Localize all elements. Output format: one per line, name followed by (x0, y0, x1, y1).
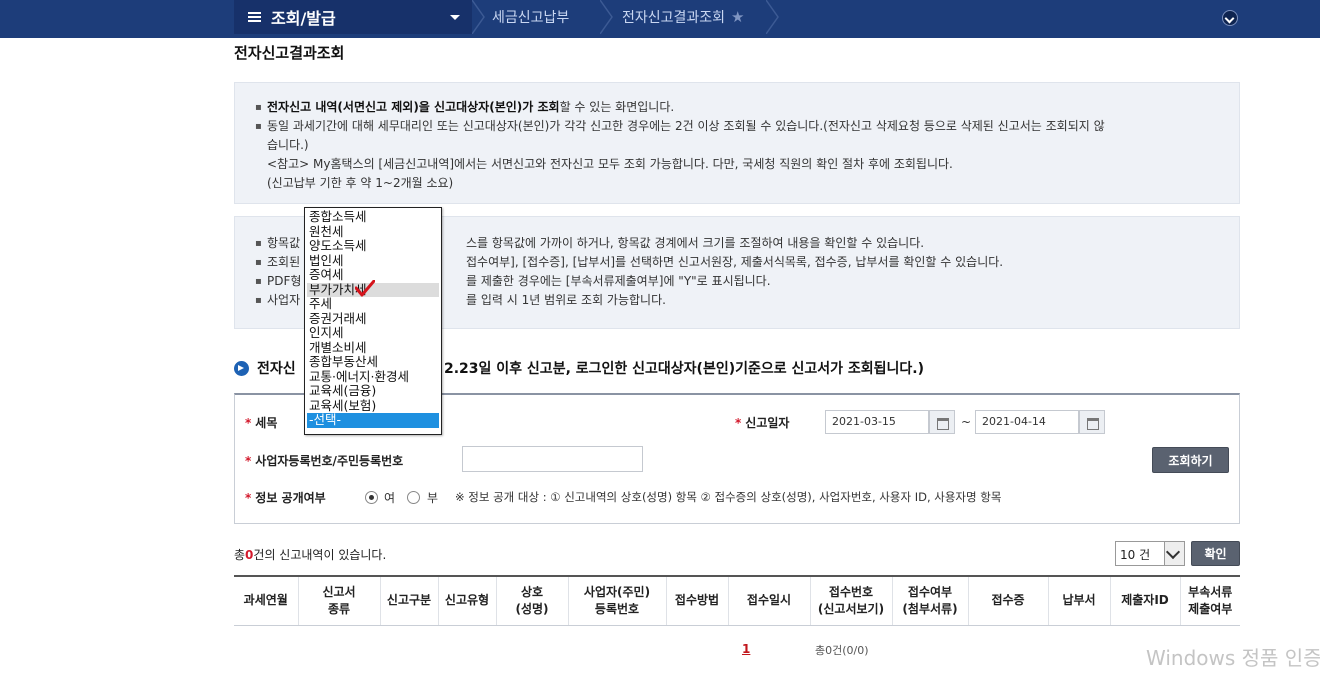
dropdown-option[interactable]: 종합소득세 (307, 209, 439, 225)
column-header: 접수방법 (666, 575, 729, 626)
date-from-input[interactable]: 2021-03-15 (825, 410, 929, 434)
expand-chevron-icon[interactable] (1222, 10, 1238, 26)
filing-date-label: * 신고일자 (735, 416, 790, 430)
dropdown-option[interactable]: 원천세 (307, 224, 439, 240)
dropdown-option[interactable]: 법인세 (307, 253, 439, 269)
breadcrumb-current-page[interactable]: 전자신고결과조회 ★ (622, 0, 745, 34)
breadcrumb-label: 세금신고납부 (492, 10, 570, 26)
tax-type-label: * 세목 (245, 416, 278, 430)
disclosure-no-label: 부 (427, 491, 439, 505)
date-range-tilde: ~ (961, 415, 972, 429)
notice-line: (신고납부 기한 후 약 1~2개월 소요) (267, 176, 454, 190)
calendar-icon[interactable] (929, 410, 955, 434)
disclosure-no-radio[interactable] (407, 491, 420, 504)
section-title-start: 전자신 (257, 361, 296, 377)
disclosure-note: ※ 정보 공개 대상 : ① 신고내역의 상호(성명) 항목 ② 접수증의 상호… (455, 490, 1002, 504)
column-header: 접수여부 (첨부서류) (892, 575, 969, 626)
column-header: 과세연월 (234, 575, 299, 626)
column-header: 제출자ID (1110, 575, 1181, 626)
breadcrumb-label: 전자신고결과조회 (622, 10, 726, 26)
id-number-input[interactable] (462, 446, 643, 472)
breadcrumb-tax-filing[interactable]: 세금신고납부 (492, 0, 569, 34)
dropdown-option[interactable]: 인지세 (307, 325, 439, 341)
disclosure-label: * 정보 공개여부 (245, 491, 326, 505)
page-link[interactable]: 1 (742, 642, 750, 656)
disclosure-yes-radio[interactable] (365, 491, 378, 504)
breadcrumb-separator-icon (766, 0, 780, 34)
results-table: 과세연월 신고서 종류 신고구분 신고유형 상호 (성명) 사업자(주민) 등록번호 접수방… (234, 575, 1240, 626)
disclosure-yes-label: 여 (384, 491, 396, 505)
hamburger-icon (248, 10, 261, 24)
calendar-icon[interactable] (1079, 410, 1105, 434)
column-header: 납부서 (1048, 575, 1111, 626)
id-number-label: * 사업자등록번호/주민등록번호 (245, 454, 404, 468)
dropdown-option[interactable]: 교육세(금융) (307, 383, 439, 399)
notice-line: 전자신고 내역(서면신고 제외)을 신고대상자(본인)가 조회할 수 있는 화면… (255, 98, 1219, 117)
dropdown-option[interactable]: 교육세(보험) (307, 398, 439, 414)
confirm-button[interactable]: 확인 (1191, 541, 1240, 566)
date-to-input[interactable]: 2021-04-14 (975, 410, 1079, 434)
dropdown-option[interactable]: 주세 (307, 296, 439, 312)
dropdown-option[interactable]: 종합부동산세 (307, 354, 439, 370)
page-title: 전자신고결과조회 (234, 44, 345, 62)
page-size-value: 10 건 (1120, 548, 1151, 562)
notice-line: 습니다.) (267, 138, 309, 152)
section-title: 전자신 2.23일 이후 신고분, 로그인한 신고대상자(본인)기준으로 신고서… (234, 358, 924, 378)
dropdown-option[interactable]: 양도소득세 (307, 238, 439, 254)
breadcrumb-separator-icon (600, 0, 614, 34)
star-icon[interactable]: ★ (731, 8, 744, 26)
activation-watermark: Windows 정품 인증 (1146, 646, 1320, 670)
checkmark-icon (355, 280, 375, 297)
page-size-select[interactable]: 10 건 (1115, 541, 1185, 566)
breadcrumb-separator-icon (472, 0, 486, 34)
dropdown-option[interactable]: 교통·에너지·환경세 (307, 369, 439, 385)
menu-label: 조회/발급 (271, 9, 336, 28)
dropdown-option[interactable]: 개별소비세 (307, 340, 439, 356)
tax-type-dropdown-list[interactable]: 종합소득세 원천세 양도소득세 법인세 증여세 부가가치세 주세 증권거래세 인지세 개별소비세 종… (304, 207, 442, 435)
notice-line: <참고> My홈택스의 [세금신고내역]에서는 서면신고와 전자신고 모두 조회… (267, 157, 953, 171)
column-header: 신고서 종류 (298, 575, 381, 626)
column-header: 접수일시 (728, 575, 811, 626)
top-nav-bar: 조회/발급 세금신고납부 전자신고결과조회 ★ (0, 0, 1320, 38)
column-header: 신고구분 (380, 575, 439, 626)
caret-down-icon (450, 15, 460, 20)
search-button[interactable]: 조회하기 (1152, 447, 1229, 473)
chevron-down-icon (1164, 542, 1184, 565)
dropdown-option[interactable]: -선택- (307, 412, 439, 428)
result-count: 총0건의 신고내역이 있습니다. (234, 548, 387, 562)
column-header: 상호 (성명) (496, 575, 569, 626)
column-header: 부속서류 제출여부 (1180, 575, 1240, 626)
total-records: 총0건(0/0) (815, 644, 869, 657)
notice-box: 전자신고 내역(서면신고 제외)을 신고대상자(본인)가 조회할 수 있는 화면… (234, 82, 1240, 204)
column-header: 사업자(주민) 등록번호 (568, 575, 667, 626)
table-header-row: 과세연월 신고서 종류 신고구분 신고유형 상호 (성명) 사업자(주민) 등록번호 접수방… (234, 575, 1240, 626)
notice-line: 동일 과세기간에 대해 세무대리인 또는 신고대상자(본인)가 각각 신고한 경… (255, 117, 1219, 136)
dropdown-option[interactable]: 증권거래세 (307, 311, 439, 327)
column-header: 접수증 (968, 575, 1049, 626)
section-title-end: 2.23일 이후 신고분, 로그인한 신고대상자(본인)기준으로 신고서가 조회… (444, 361, 925, 377)
menu-button[interactable]: 조회/발급 (234, 0, 472, 34)
arrow-circle-icon (234, 360, 249, 376)
column-header: 접수번호 (신고서보기) (810, 575, 893, 626)
column-header: 신고유형 (438, 575, 497, 626)
